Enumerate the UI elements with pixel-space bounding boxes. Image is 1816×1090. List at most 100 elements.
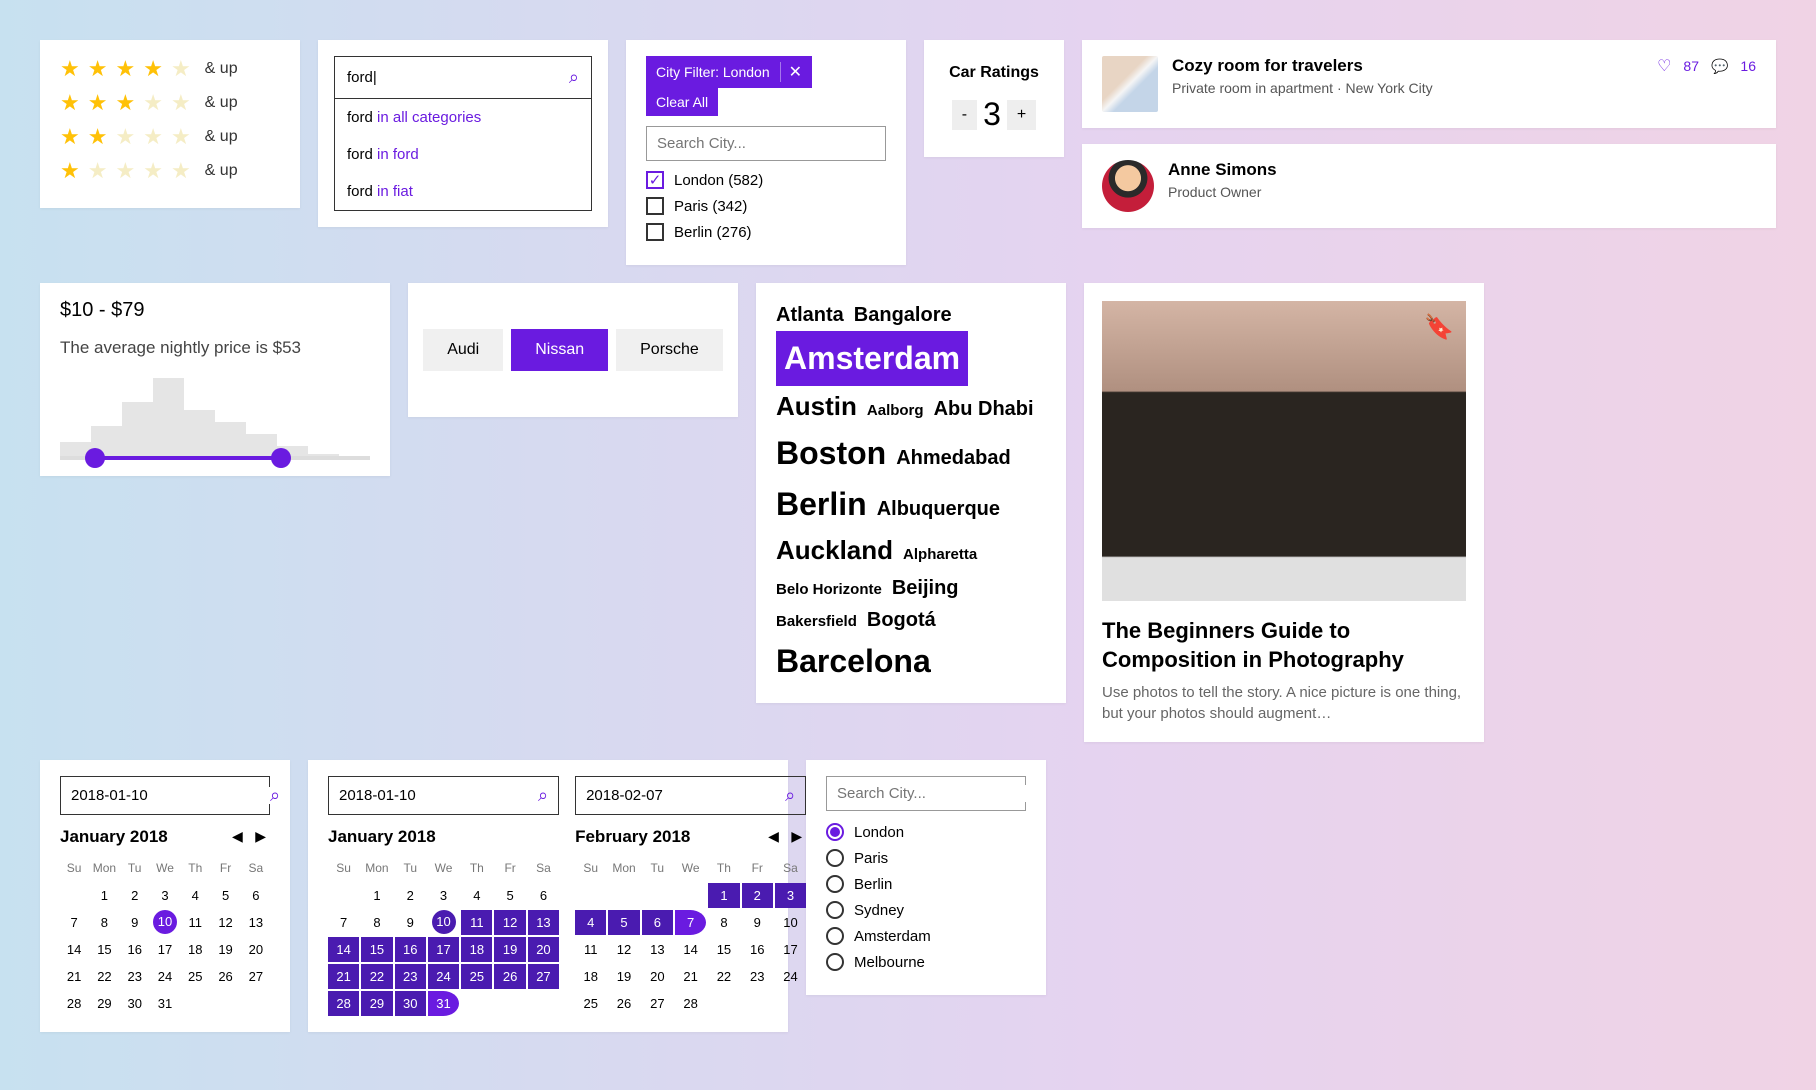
bookmark-icon[interactable]: 🔖 (1424, 313, 1454, 342)
cal-day[interactable]: 4 (181, 883, 209, 908)
cal-day[interactable]: 5 (211, 883, 239, 908)
tag-item[interactable]: Barcelona (776, 636, 931, 687)
segment-audi[interactable]: Audi (423, 329, 503, 371)
cal-day[interactable]: 14 (328, 937, 359, 962)
tag-item[interactable]: Auckland (776, 530, 893, 572)
prev-month[interactable]: ◀ (228, 828, 247, 844)
tag-item[interactable]: Berlin (776, 479, 867, 530)
cal-day[interactable]: 26 (608, 991, 639, 1016)
cal-day[interactable]: 12 (494, 910, 525, 935)
cal-day[interactable]: 28 (60, 991, 88, 1016)
cal-day[interactable]: 26 (211, 964, 239, 989)
cal-day[interactable]: 16 (395, 937, 426, 962)
cal-day[interactable]: 18 (575, 964, 606, 989)
tag-item[interactable]: Albuquerque (877, 493, 1000, 525)
search-input-wrap[interactable]: ⌕ (334, 56, 592, 99)
cal-day[interactable]: 8 (361, 910, 392, 935)
cal-day[interactable]: 6 (528, 883, 559, 908)
cal-day[interactable]: 9 (395, 910, 426, 935)
cal-day[interactable]: 28 (328, 991, 359, 1016)
cal-day[interactable]: 16 (121, 937, 149, 962)
tag-item[interactable]: Atlanta (776, 299, 844, 331)
suggestion-item[interactable]: ford in ford (335, 136, 591, 173)
cal-day[interactable]: 6 (642, 910, 673, 935)
cal-day[interactable]: 7 (328, 910, 359, 935)
cal-day[interactable]: 2 (121, 883, 149, 908)
cal-day[interactable]: 21 (328, 964, 359, 989)
cal-day[interactable]: 7 (60, 910, 88, 935)
cal-day[interactable]: 3 (775, 883, 806, 908)
cal-day[interactable]: 18 (461, 937, 492, 962)
tag-item[interactable]: Belo Horizonte (776, 578, 882, 602)
checkbox-option[interactable]: Berlin (276) (646, 223, 886, 241)
segment-nissan[interactable]: Nissan (511, 329, 608, 371)
cal-day[interactable]: 8 (90, 910, 118, 935)
cal-day[interactable]: 27 (242, 964, 270, 989)
tag-item[interactable]: Boston (776, 428, 886, 479)
plus-button[interactable]: + (1007, 100, 1036, 130)
tag-item[interactable]: Austin (776, 386, 857, 428)
cal-day[interactable]: 10 (432, 910, 456, 934)
cal-day[interactable]: 11 (461, 910, 492, 935)
cal-day[interactable]: 23 (395, 964, 426, 989)
heart-icon[interactable]: ♡ (1657, 56, 1671, 76)
cal-day[interactable]: 10 (775, 910, 806, 935)
cal-day[interactable]: 30 (121, 991, 149, 1016)
cal-day[interactable]: 24 (775, 964, 806, 989)
checkbox-option[interactable]: Paris (342) (646, 197, 886, 215)
cal-day[interactable]: 13 (642, 937, 673, 962)
checkbox-option[interactable]: ✓London (582) (646, 171, 886, 189)
suggestion-item[interactable]: ford in all categories (335, 99, 591, 136)
radio-option[interactable]: Melbourne (826, 953, 1026, 971)
rating-option[interactable]: ★★★★★& up (60, 124, 280, 150)
search-icon[interactable]: ⌕ (569, 67, 579, 88)
cal-day[interactable]: 9 (121, 910, 149, 935)
cal-day[interactable]: 9 (742, 910, 773, 935)
tag-item[interactable]: Amsterdam (776, 331, 968, 386)
cal-day[interactable]: 19 (211, 937, 239, 962)
suggestion-item[interactable]: ford in fiat (335, 173, 591, 210)
cal-day[interactable]: 23 (121, 964, 149, 989)
cal-day[interactable]: 27 (642, 991, 673, 1016)
cal-day[interactable]: 17 (775, 937, 806, 962)
clear-all-button[interactable]: Clear All (646, 88, 718, 116)
cal-day[interactable]: 15 (90, 937, 118, 962)
cal-day[interactable]: 22 (708, 964, 739, 989)
cal-day[interactable]: 1 (361, 883, 392, 908)
minus-button[interactable]: - (952, 100, 977, 130)
cal-day[interactable]: 26 (494, 964, 525, 989)
cal-day[interactable]: 14 (675, 937, 706, 962)
tag-item[interactable]: Bakersfield (776, 610, 857, 634)
cal-day[interactable]: 17 (151, 937, 179, 962)
cal-day[interactable]: 19 (608, 964, 639, 989)
cal-day[interactable]: 8 (708, 910, 739, 935)
cal-day[interactable]: 3 (428, 883, 459, 908)
cal-day[interactable]: 5 (608, 910, 639, 935)
prev-month[interactable]: ◀ (764, 828, 783, 844)
cal-day[interactable]: 15 (708, 937, 739, 962)
person-card[interactable]: Anne Simons Product Owner (1082, 144, 1776, 228)
tag-item[interactable]: Bangalore (854, 299, 952, 331)
slider-knob-min[interactable] (85, 448, 105, 468)
cal-day[interactable]: 17 (428, 937, 459, 962)
cal-day[interactable]: 20 (642, 964, 673, 989)
cal-day[interactable]: 19 (494, 937, 525, 962)
city-search-input[interactable] (657, 135, 875, 152)
cal-day[interactable]: 13 (242, 910, 270, 935)
cal-day[interactable]: 30 (395, 991, 426, 1016)
search-input[interactable] (347, 69, 569, 86)
rating-option[interactable]: ★★★★★& up (60, 158, 280, 184)
cal-day[interactable]: 1 (708, 883, 739, 908)
tag-item[interactable]: Abu Dhabi (934, 393, 1034, 425)
cal-day[interactable]: 23 (742, 964, 773, 989)
rating-option[interactable]: ★★★★★& up (60, 90, 280, 116)
radio-option[interactable]: Sydney (826, 901, 1026, 919)
date-to-input[interactable] (586, 787, 785, 804)
cal-day[interactable]: 24 (428, 964, 459, 989)
cal-day[interactable]: 13 (528, 910, 559, 935)
tag-item[interactable]: Alpharetta (903, 543, 977, 567)
tag-item[interactable]: Aalborg (867, 399, 924, 423)
cal-day[interactable]: 12 (608, 937, 639, 962)
segment-porsche[interactable]: Porsche (616, 329, 723, 371)
cal-day[interactable]: 31 (428, 991, 459, 1016)
